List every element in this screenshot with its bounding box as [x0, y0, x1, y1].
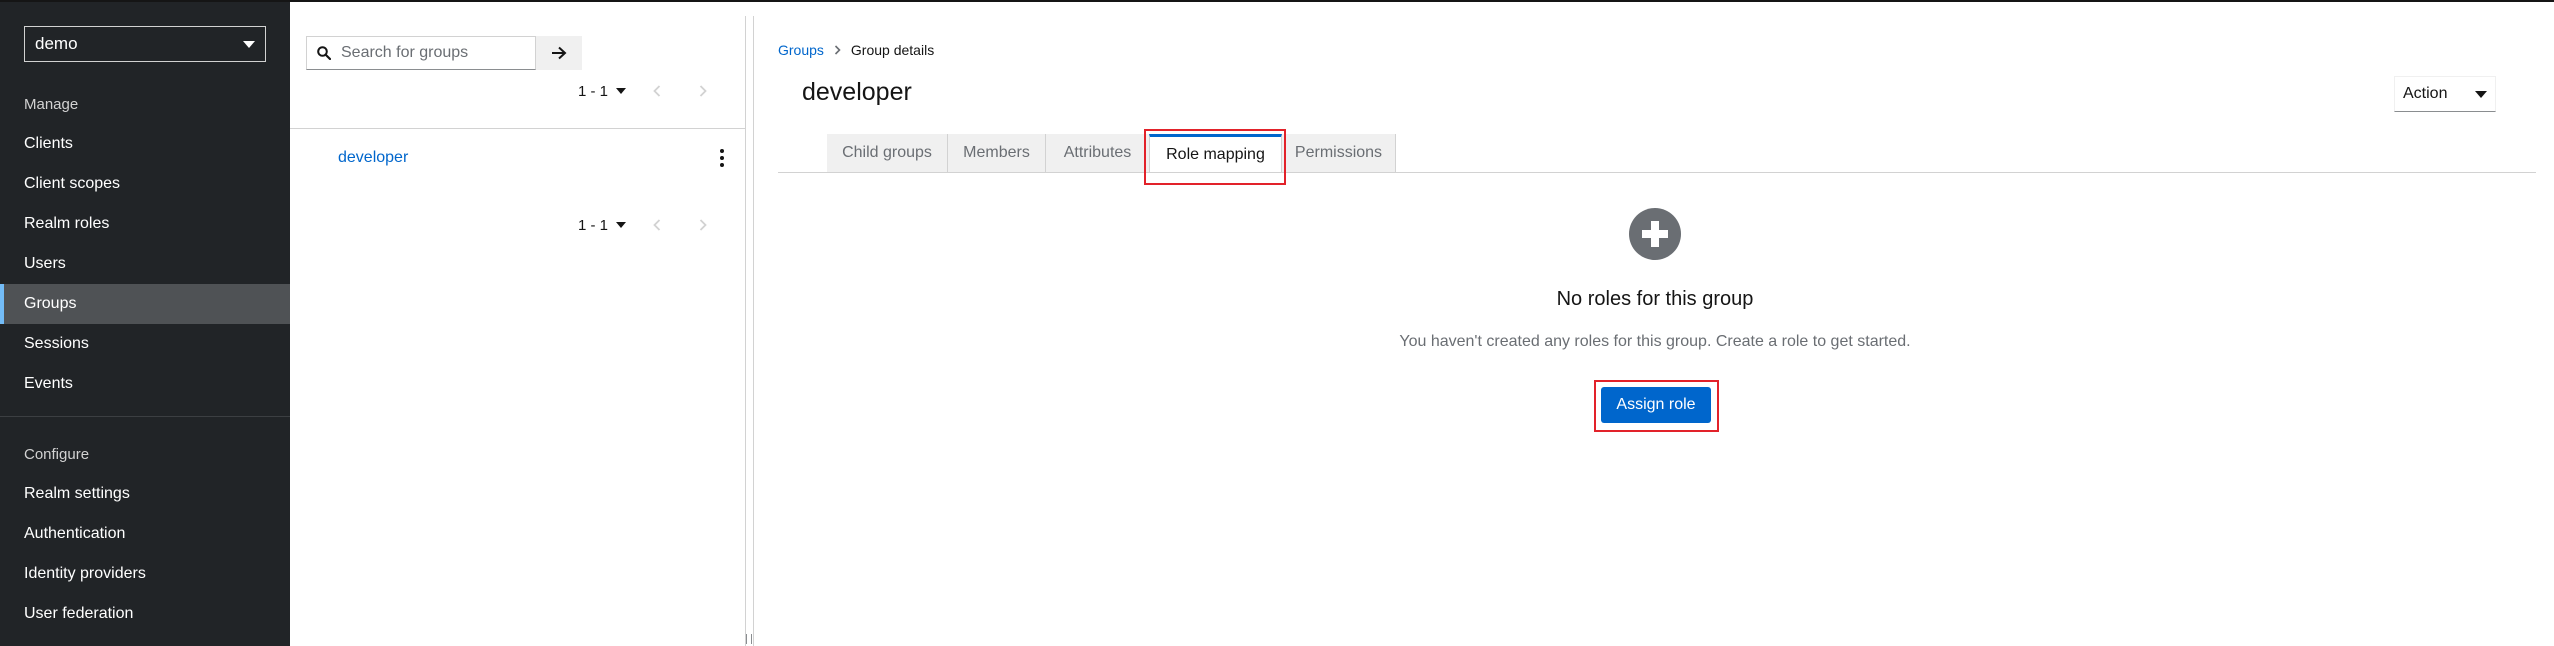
action-dropdown-label: Action — [2403, 85, 2448, 102]
arrow-right-icon — [552, 46, 567, 60]
search-icon — [317, 46, 331, 60]
page-title: developer — [802, 78, 912, 106]
button-highlight-box — [1594, 380, 1719, 432]
chevron-left-icon — [653, 85, 661, 97]
group-search — [306, 36, 536, 70]
add-circle-icon — [1629, 208, 1681, 260]
tab-members[interactable]: Members — [948, 134, 1046, 172]
previous-page-button-bottom[interactable] — [642, 210, 672, 240]
resize-handle[interactable] — [746, 634, 752, 644]
tree-divider — [290, 128, 745, 129]
tab-highlight-box — [1144, 129, 1286, 185]
per-page-toggle-bottom[interactable]: 1 - 1 — [578, 216, 627, 234]
sidebar-item-sessions[interactable]: Sessions — [0, 324, 290, 364]
sidebar-item-user-federation[interactable]: User federation — [0, 594, 290, 634]
breadcrumb-current: Group details — [850, 42, 935, 58]
pagination-count: 1 - 1 — [578, 82, 609, 100]
caret-down-icon — [2475, 90, 2487, 98]
realm-selector-label: demo — [35, 34, 78, 53]
pagination-bottom: 1 - 1 — [578, 210, 718, 240]
caret-down-icon — [616, 222, 627, 228]
action-dropdown[interactable]: Action — [2394, 76, 2496, 112]
chevron-right-icon — [699, 219, 707, 231]
panel-splitter[interactable] — [745, 16, 754, 646]
empty-state-title: No roles for this group — [1556, 288, 1754, 310]
sidebar-item-realm-settings[interactable]: Realm settings — [0, 474, 290, 514]
sidebar-item-events[interactable]: Events — [0, 364, 290, 404]
pagination-count-bottom: 1 - 1 — [578, 216, 609, 234]
tab-permissions[interactable]: Permissions — [1282, 134, 1396, 172]
sidebar-item-users[interactable]: Users — [0, 244, 290, 284]
caret-down-icon — [616, 88, 627, 94]
kebab-menu-icon[interactable] — [714, 146, 730, 170]
next-page-button-bottom[interactable] — [688, 210, 718, 240]
sidebar-item-client-scopes[interactable]: Client scopes — [0, 164, 290, 204]
group-tree-panel: 1 - 1 developer 1 - 1 — [290, 2, 745, 646]
sidebar-item-realm-roles[interactable]: Realm roles — [0, 204, 290, 244]
nav-divider — [0, 416, 290, 417]
pagination-top: 1 - 1 — [578, 76, 718, 106]
tab-attributes[interactable]: Attributes — [1046, 134, 1150, 172]
sidebar-item-clients[interactable]: Clients — [0, 124, 290, 164]
empty-state-body: You haven't created any roles for this g… — [1399, 333, 1911, 350]
nav-section-configure: Configure — [24, 446, 90, 463]
sidebar-item-groups[interactable]: Groups — [0, 284, 290, 324]
previous-page-button[interactable] — [642, 76, 672, 106]
sidebar: demo Manage Clients Client scopes Realm … — [0, 2, 290, 646]
breadcrumb: Groups Group details — [778, 42, 934, 58]
next-page-button[interactable] — [688, 76, 718, 106]
chevron-right-icon — [699, 85, 707, 97]
search-submit-button[interactable] — [536, 36, 582, 70]
breadcrumb-separator-icon — [834, 45, 841, 55]
nav-section-manage: Manage — [24, 96, 79, 113]
realm-selector[interactable]: demo — [24, 26, 266, 62]
caret-down-icon — [243, 40, 255, 48]
per-page-toggle[interactable]: 1 - 1 — [578, 82, 627, 100]
tab-child-groups[interactable]: Child groups — [827, 134, 948, 172]
sidebar-item-authentication[interactable]: Authentication — [0, 514, 290, 554]
chevron-left-icon — [653, 219, 661, 231]
group-tree-item[interactable]: developer — [338, 149, 408, 167]
sidebar-item-identity-providers[interactable]: Identity providers — [0, 554, 290, 594]
tabs-baseline — [778, 172, 2536, 173]
breadcrumb-groups-link[interactable]: Groups — [778, 42, 824, 58]
search-input[interactable] — [341, 44, 521, 62]
